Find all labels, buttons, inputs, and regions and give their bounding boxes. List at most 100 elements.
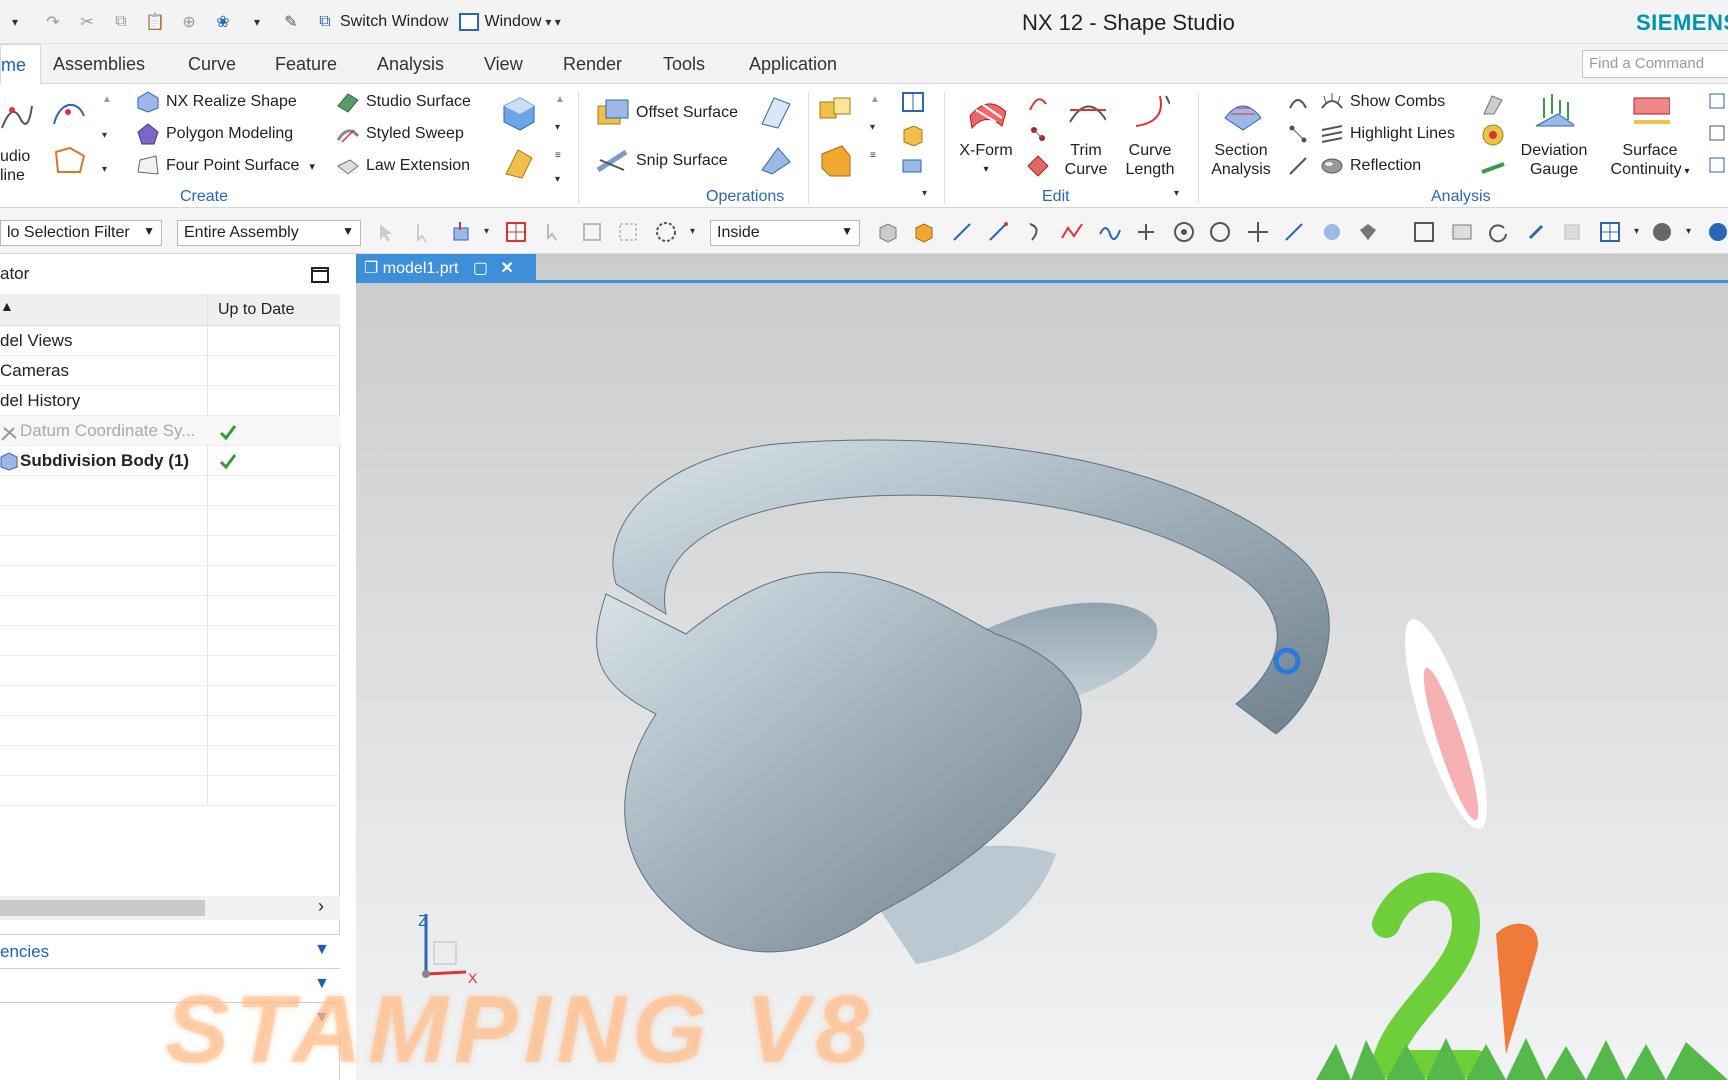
polygon-curve-icon[interactable] [50,144,90,176]
more-dropdown-icon[interactable]: ▾ [555,122,560,133]
extend-sheet-icon[interactable] [758,142,794,178]
face-analysis-icon[interactable] [1480,154,1506,180]
book-icon[interactable] [900,90,926,116]
close-tab-icon[interactable]: ✕ [500,260,513,277]
snap-midpoint-icon[interactable] [1060,220,1084,244]
sort-arrow-icon[interactable]: ▲ [0,298,14,314]
tree-row-cameras[interactable]: Cameras [0,356,340,386]
window-dropdown-icon[interactable]: ▾ ▾ [545,15,560,29]
dropdown-arrow-icon[interactable]: ▾ [690,226,695,237]
face-curvature-icon[interactable] [1480,122,1506,148]
more-dropdown-icon[interactable]: ▾ [1174,188,1179,199]
dependencies-section[interactable]: encies ▼ [0,934,340,968]
deselect-icon[interactable] [412,220,436,244]
more-dropdown-icon[interactable]: ▾ [102,164,107,175]
section-analysis-button[interactable]: Section Analysis [1206,92,1276,179]
curve-tool-icon[interactable] [50,96,90,128]
tab-render[interactable]: Render [563,54,622,75]
delete-icon[interactable]: ⊕ [178,11,200,33]
scroll-up-icon[interactable]: ▲ [102,94,112,105]
tab-feature[interactable]: Feature [275,54,337,75]
dropdown-arrow-icon[interactable]: ▾ [1634,226,1639,237]
select-feature-icon[interactable] [450,220,474,244]
cut-icon[interactable]: ✂ [76,11,98,33]
styled-sweep-button[interactable]: Styled Sweep [336,122,464,146]
edit-surface-icon[interactable] [1026,154,1050,178]
switch-window-icon[interactable]: ⧉ [314,11,336,33]
more-dropdown-icon[interactable]: ▾ [922,188,927,199]
show-hide-icon[interactable] [876,220,900,244]
snap-line-icon[interactable] [950,220,974,244]
rotate-icon[interactable] [1486,220,1510,244]
dropdown-arrow-icon[interactable]: ▾ [1686,226,1691,237]
x-form-button[interactable]: X-Form ▾ [956,92,1016,179]
pan-icon[interactable] [1524,220,1548,244]
select-edge-icon[interactable] [616,220,640,244]
studio-spline-button[interactable]: udio line [0,98,34,185]
four-point-dropdown-icon[interactable]: ▾ [309,160,315,173]
snap-tangent-icon[interactable] [1282,220,1306,244]
studio-surface-button[interactable]: Studio Surface [336,90,471,114]
perspective-icon[interactable] [1560,220,1584,244]
scroll-up-icon[interactable]: ▲ [870,94,880,105]
trim-sheet-icon[interactable] [758,94,794,130]
block-icon[interactable] [500,94,538,132]
select-all-icon[interactable] [580,220,604,244]
tree-row-model-views[interactable]: del Views [0,326,340,356]
points-icon[interactable] [1286,122,1310,146]
snap-point-icon[interactable] [504,220,528,244]
surface-continuity-dropdown-icon[interactable]: ▾ [1682,166,1689,177]
dropdown-arrow-icon[interactable]: ▾ [484,226,489,237]
tab-view[interactable]: View [484,54,523,75]
curvature-icon[interactable] [1286,90,1310,114]
more-dropdown-icon[interactable]: ▾ [102,130,107,141]
tree-row-datum-csys[interactable]: Datum Coordinate Sy... [0,416,340,446]
x-form-dropdown-icon[interactable]: ▾ [956,160,1016,179]
background-icon[interactable] [1706,220,1728,244]
tab-assemblies[interactable]: Assemblies [53,54,145,75]
deviation-gauge-button[interactable]: Deviation Gauge [1514,92,1594,179]
box-icon[interactable] [900,122,926,148]
selection-filter-dropdown[interactable]: lo Selection Filter ▼ [0,220,162,246]
redo-icon[interactable]: ↷ [42,11,64,33]
tab-curve[interactable]: Curve [188,54,236,75]
touch-mode-icon[interactable]: ✎ [280,11,302,33]
edit-curve-icon[interactable] [1026,90,1050,114]
window-menu-button[interactable]: Window [484,13,541,31]
layers-icon[interactable] [900,154,926,180]
selection-scope-dropdown[interactable]: Entire Assembly ▼ [177,220,361,246]
more-dropdown-icon[interactable]: ≡ [870,150,876,161]
highlight-lines-button[interactable]: Highlight Lines [1320,122,1455,146]
tab-model1[interactable]: ❐ model1.prt ▢ ✕ [356,254,536,282]
overflow-icon[interactable] [1706,122,1726,146]
reflection-button[interactable]: Reflection [1320,154,1421,178]
snap-perpendicular-icon[interactable] [1134,220,1158,244]
command-search-input[interactable]: Find a Command [1582,50,1728,78]
snap-circle-icon[interactable] [1208,220,1232,244]
pattern-face-icon[interactable] [816,92,856,132]
curve-length-button[interactable]: Curve Length [1120,92,1180,179]
tab-tools[interactable]: Tools [663,54,705,75]
command-finder-icon[interactable]: ❀ [212,11,234,33]
render-style-icon[interactable] [1650,220,1674,244]
switch-window-button[interactable]: Switch Window [340,13,448,31]
graphics-viewport[interactable]: Z X [356,254,1728,1080]
edit-points-icon[interactable] [1026,122,1050,146]
snap-center-icon[interactable] [1172,220,1196,244]
trim-curve-button[interactable]: Trim Curve [1060,92,1112,179]
tab-analysis[interactable]: Analysis [377,54,444,75]
cursor-icon[interactable] [542,220,566,244]
more-dropdown-icon[interactable]: ≡ [555,150,561,161]
lasso-icon[interactable] [654,220,678,244]
tree-row-subdivision-body[interactable]: Subdivision Body (1) [0,446,340,476]
general-select-icon[interactable] [374,220,398,244]
scrollbar-thumb[interactable] [0,900,205,916]
overflow-icon[interactable] [1706,154,1726,178]
more-dropdown-icon[interactable]: ▾ [870,122,875,133]
orient-view-icon[interactable] [1598,220,1622,244]
surface-continuity-button[interactable]: Surface Continuity ▾ [1602,92,1698,181]
extrude-surface-icon[interactable] [500,144,538,182]
selection-mode-dropdown[interactable]: Inside ▼ [710,220,860,246]
nx-realize-shape-button[interactable]: NX Realize Shape [136,90,297,114]
four-point-surface-button[interactable]: Four Point Surface ▾ [136,154,315,178]
